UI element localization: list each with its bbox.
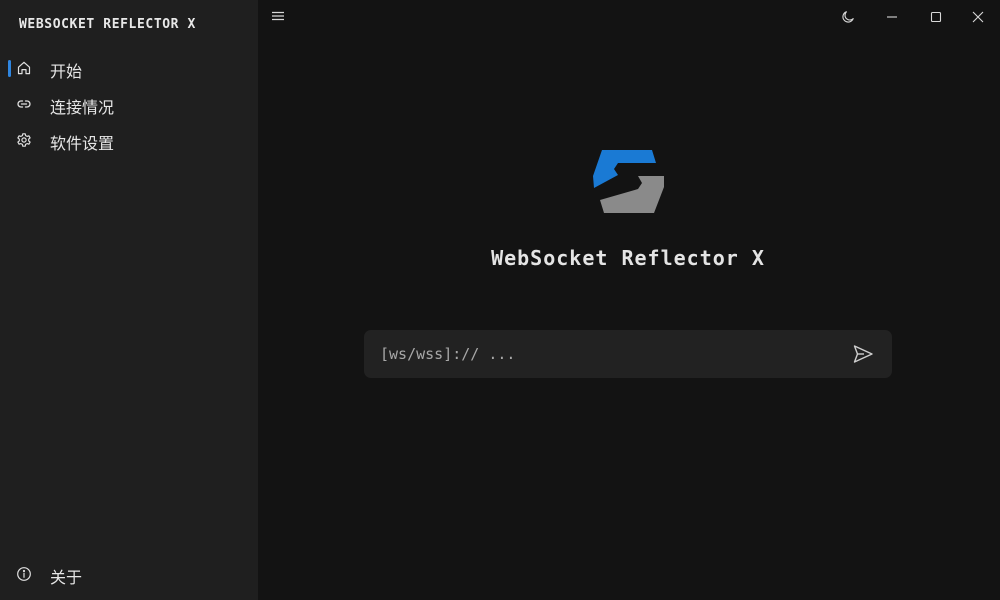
maximize-icon[interactable] <box>922 5 950 29</box>
page-title: WebSocket Reflector X <box>491 246 765 270</box>
hamburger-menu-icon[interactable] <box>268 6 288 26</box>
send-icon[interactable] <box>850 342 876 366</box>
gear-icon <box>16 132 32 148</box>
info-icon <box>16 566 32 582</box>
sidebar-item-settings[interactable]: 软件设置 <box>0 123 258 157</box>
sidebar-item-start[interactable]: 开始 <box>0 51 258 85</box>
theme-toggle-icon[interactable] <box>834 5 862 29</box>
close-icon[interactable] <box>964 5 992 29</box>
url-bar <box>364 330 892 378</box>
minimize-icon[interactable] <box>878 5 906 29</box>
sidebar-item-label: 开始 <box>50 62 83 81</box>
app-title: WEBSOCKET REFLECTOR X <box>19 17 196 32</box>
sidebar-item-label: 连接情况 <box>50 98 115 117</box>
sidebar-item-label: 软件设置 <box>50 134 115 153</box>
url-input[interactable] <box>380 342 820 366</box>
sidebar-item-connections[interactable]: 连接情况 <box>0 87 258 121</box>
sidebar-item-label: 关于 <box>50 568 83 587</box>
app-window: WEBSOCKET REFLECTOR X 开始 连接情况 软件设置 关于 We… <box>0 0 1000 600</box>
app-logo <box>593 150 664 213</box>
sidebar: WEBSOCKET REFLECTOR X 开始 连接情况 软件设置 关于 <box>0 0 258 600</box>
link-icon <box>16 96 32 112</box>
sidebar-item-about[interactable]: 关于 <box>0 557 258 591</box>
home-icon <box>16 60 32 76</box>
active-indicator <box>8 60 11 77</box>
